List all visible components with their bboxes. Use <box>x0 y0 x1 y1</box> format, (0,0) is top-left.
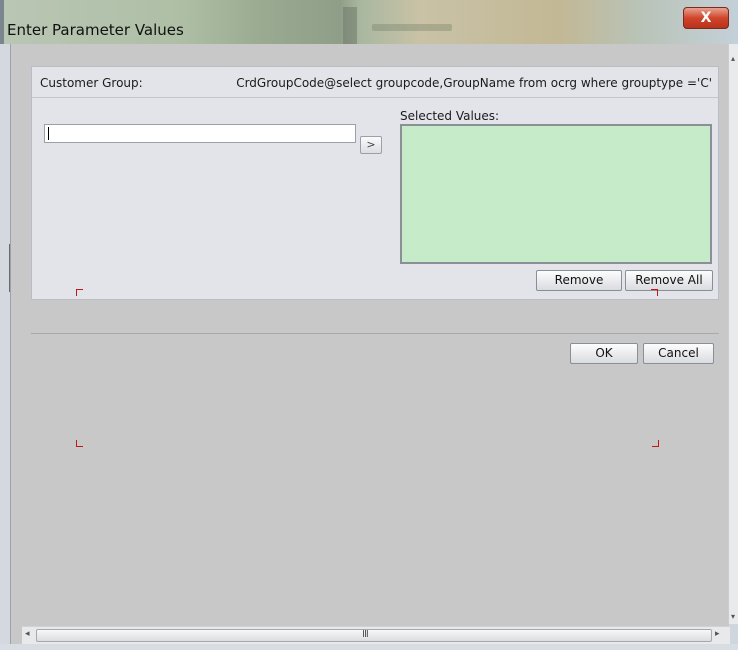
text-caret <box>48 127 49 140</box>
parameter-panel: Customer Group: CrdGroupCode@select grou… <box>31 66 719 300</box>
remove-all-button[interactable]: Remove All <box>625 270 713 291</box>
parameter-query-text: CrdGroupCode@select groupcode,GroupName … <box>236 76 712 90</box>
cancel-button[interactable]: Cancel <box>643 343 714 364</box>
ok-button[interactable]: OK <box>570 343 638 364</box>
scroll-left-icon[interactable]: ◂ <box>25 629 30 639</box>
selected-values-list[interactable] <box>400 124 712 264</box>
horizontal-scrollbar[interactable]: ◂ III ▸ <box>22 626 730 645</box>
window-title: Enter Parameter Values <box>7 21 184 39</box>
scroll-right-icon[interactable]: ▸ <box>715 629 720 639</box>
chevron-right-icon: > <box>366 138 376 151</box>
crop-mark-bottom-right <box>652 440 659 447</box>
add-value-button[interactable]: > <box>360 136 382 154</box>
title-bar-edge <box>0 0 4 44</box>
crop-mark-bottom-left <box>76 440 83 447</box>
dialog-window: Enter Parameter Values X ▴ ▾ Customer Gr… <box>0 0 738 650</box>
scroll-down-icon[interactable]: ▾ <box>731 612 735 621</box>
close-icon: X <box>700 10 712 26</box>
divider <box>31 333 719 334</box>
bottom-window-border <box>0 644 738 650</box>
vertical-scrollbar[interactable]: ▴ ▾ <box>728 44 738 624</box>
selected-values-label: Selected Values: <box>400 109 500 123</box>
close-button[interactable]: X <box>683 7 729 29</box>
crop-mark-top-left <box>76 289 83 296</box>
remove-button[interactable]: Remove <box>536 270 622 291</box>
crop-mark-top-right <box>651 289 658 296</box>
scroll-up-icon[interactable]: ▴ <box>731 54 735 63</box>
horizontal-scroll-thumb[interactable]: III <box>36 629 712 642</box>
background-window-title-blur <box>372 24 452 31</box>
value-input[interactable] <box>44 124 356 143</box>
parameter-header: Customer Group: CrdGroupCode@select grou… <box>32 67 718 98</box>
left-window-border <box>0 44 12 650</box>
background-window-divider <box>343 7 357 44</box>
title-bar[interactable]: Enter Parameter Values X <box>0 0 738 44</box>
scroll-grip-icon: III <box>362 629 369 640</box>
parameter-label: Customer Group: <box>40 76 143 90</box>
